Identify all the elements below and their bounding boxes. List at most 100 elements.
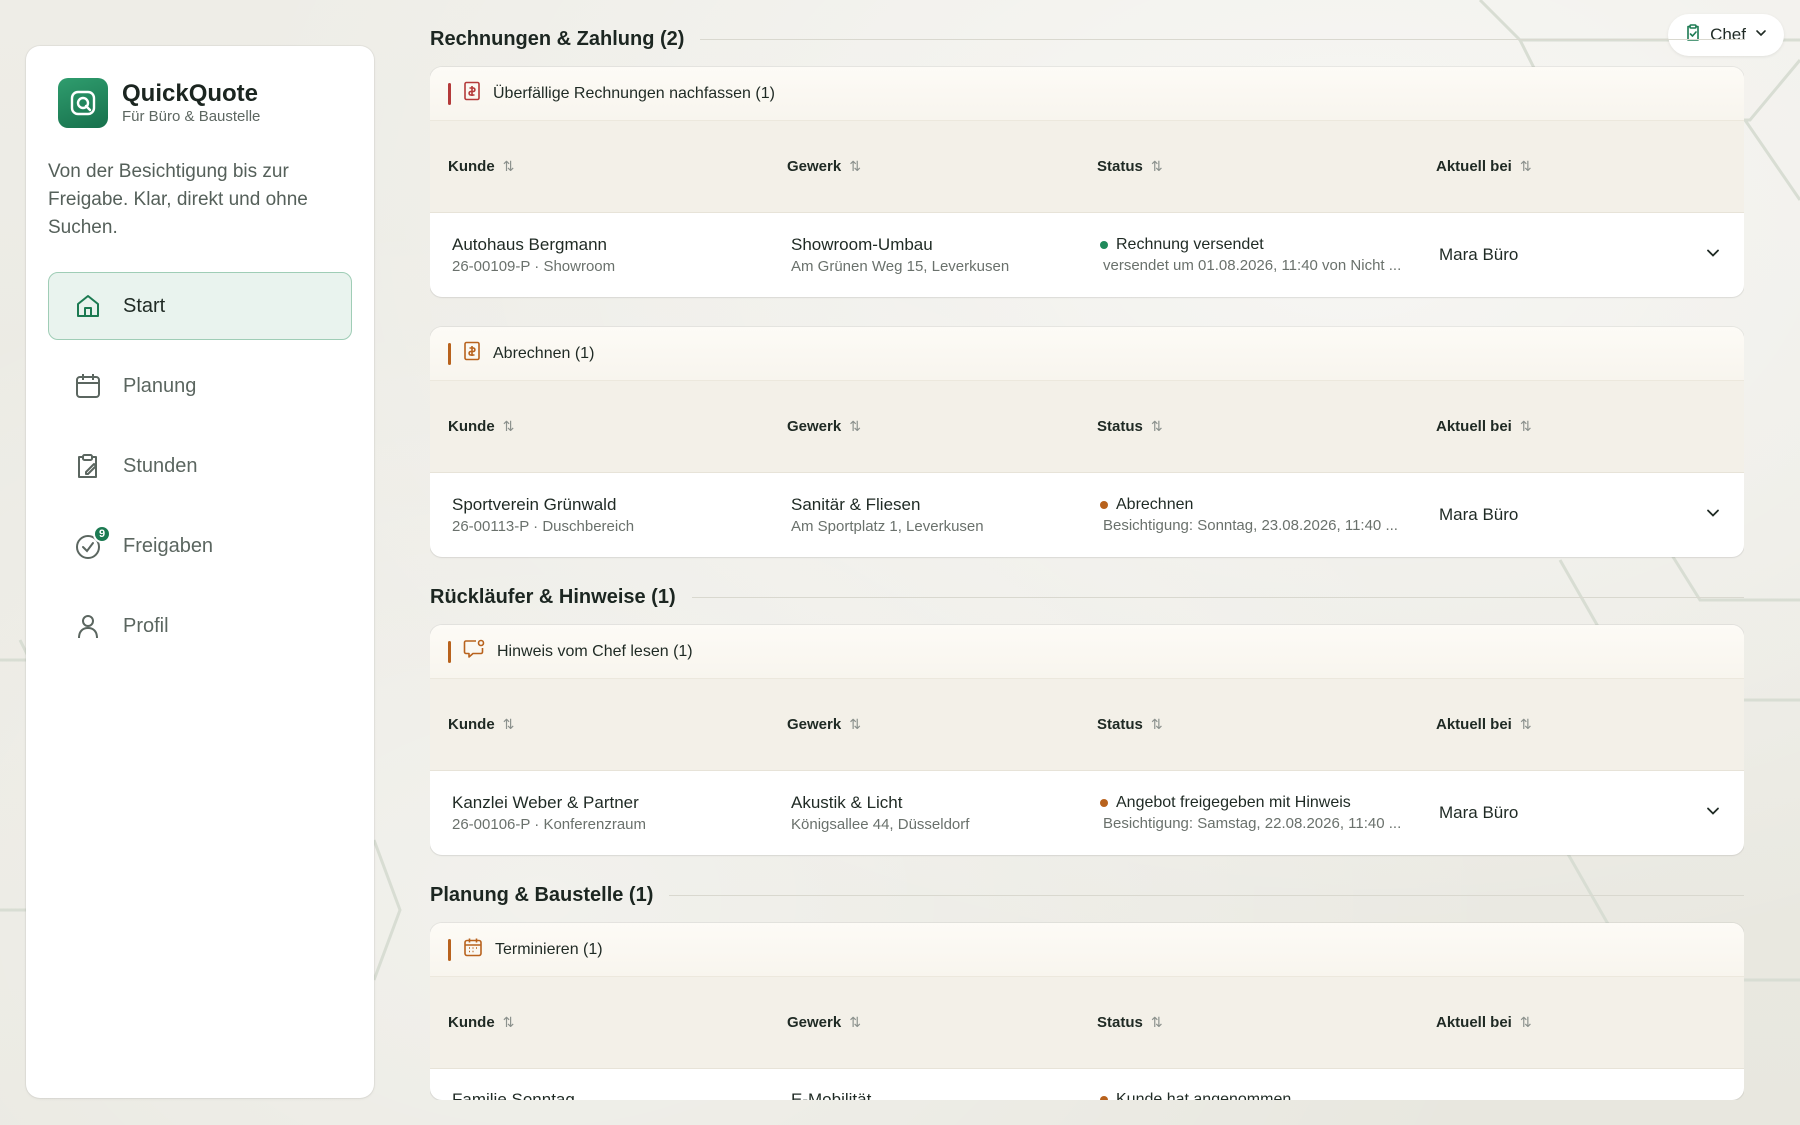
column-label: Gewerk bbox=[787, 418, 842, 435]
column-header-gewerk[interactable]: Gewerk ⇅ bbox=[787, 716, 861, 733]
section-title: Rechnungen & Zahlung (2) bbox=[430, 28, 1744, 51]
group-header[interactable]: Hinweis vom Chef lesen (1) bbox=[430, 625, 1744, 679]
status-dot bbox=[1100, 241, 1108, 249]
status-dot bbox=[1100, 501, 1108, 509]
app-logo-icon bbox=[58, 78, 108, 128]
sort-icon: ⇅ bbox=[849, 418, 861, 434]
sort-icon: ⇅ bbox=[1519, 158, 1532, 174]
group-title: Hinweis vom Chef lesen (1) bbox=[497, 642, 693, 660]
column-header-status[interactable]: Status ⇅ bbox=[1097, 158, 1163, 175]
table-row[interactable]: Kanzlei Weber & Partner 26-00106-P · Konf… bbox=[430, 771, 1744, 855]
group-header[interactable]: Terminieren (1) bbox=[430, 923, 1744, 977]
gewerk-name: E-Mobilität bbox=[791, 1090, 872, 1100]
nav-item-stunden[interactable]: Stunden bbox=[48, 432, 352, 500]
calendar-icon bbox=[73, 371, 103, 401]
nav-item-planung[interactable]: Planung bbox=[48, 352, 352, 420]
table-row[interactable]: Autohaus Bergmann 26-00109-P · Showroom S… bbox=[430, 213, 1744, 297]
sort-icon: ⇅ bbox=[1150, 158, 1163, 174]
sort-icon: ⇅ bbox=[1150, 716, 1163, 732]
invoice-dollar-icon bbox=[463, 341, 481, 366]
chevron-down-icon bbox=[1754, 25, 1768, 45]
group-title: Terminieren (1) bbox=[495, 940, 603, 958]
nav-label-profil: Profil bbox=[123, 614, 169, 637]
aktuell-bei: Mara Büro bbox=[1439, 245, 1519, 264]
gewerk-address: Königsallee 44, Düsseldorf bbox=[791, 815, 970, 833]
nav-label-freigaben: Freigaben bbox=[123, 534, 214, 557]
column-header-status[interactable]: Status ⇅ bbox=[1097, 1014, 1163, 1031]
message-alert-icon bbox=[463, 639, 485, 664]
column-header-gewerk[interactable]: Gewerk ⇅ bbox=[787, 418, 861, 435]
column-header-status[interactable]: Status ⇅ bbox=[1097, 716, 1163, 733]
kunde-name: Sportverein Grünwald bbox=[452, 494, 617, 514]
kunde-ref: 26-00113-P · Duschbereich bbox=[452, 517, 635, 535]
table-row[interactable]: Familie Sonntag E-Mobilität Kunde hat an… bbox=[430, 1069, 1744, 1100]
section-title-text: Rechnungen & Zahlung (2) bbox=[430, 28, 685, 50]
nav-item-freigaben[interactable]: 9 Freigaben bbox=[48, 512, 352, 580]
chevron-down-icon[interactable] bbox=[1704, 504, 1722, 527]
column-label: Gewerk bbox=[787, 1014, 842, 1031]
main-nav: Start Planung Stunden 9 Freigaben Profil bbox=[48, 272, 352, 660]
column-label: Aktuell bei bbox=[1436, 418, 1512, 435]
table-header: Kunde ⇅ Gewerk ⇅ Status ⇅ Aktuell bei ⇅ bbox=[430, 977, 1744, 1069]
status-text: Rechnung versendet bbox=[1116, 236, 1264, 253]
column-label: Aktuell bei bbox=[1436, 1014, 1512, 1031]
sort-icon: ⇅ bbox=[502, 716, 515, 732]
column-header-aktuell[interactable]: Aktuell bei ⇅ bbox=[1436, 716, 1532, 733]
status-text: Kunde hat angenommen bbox=[1116, 1091, 1292, 1100]
chevron-down-icon[interactable] bbox=[1704, 802, 1722, 825]
sort-icon: ⇅ bbox=[849, 716, 861, 732]
aktuell-bei: Mara Büro bbox=[1439, 803, 1519, 822]
status-detail: versendet um 01.08.2026, 11:40 von Nicht… bbox=[1103, 257, 1402, 274]
nav-item-start[interactable]: Start bbox=[48, 272, 352, 340]
sort-icon: ⇅ bbox=[849, 158, 861, 174]
sort-icon: ⇅ bbox=[1519, 716, 1532, 732]
chevron-down-icon[interactable] bbox=[1704, 244, 1722, 267]
column-header-gewerk[interactable]: Gewerk ⇅ bbox=[787, 158, 861, 175]
section-title: Planung & Baustelle (1) bbox=[430, 884, 1744, 907]
column-label: Aktuell bei bbox=[1436, 716, 1512, 733]
gewerk-name: Showroom-Umbau bbox=[791, 234, 933, 254]
column-header-aktuell[interactable]: Aktuell bei ⇅ bbox=[1436, 1014, 1532, 1031]
table-row[interactable]: Sportverein Grünwald 26-00113-P · Duschbe… bbox=[430, 473, 1744, 557]
column-header-kunde[interactable]: Kunde ⇅ bbox=[448, 716, 514, 733]
column-header-status[interactable]: Status ⇅ bbox=[1097, 418, 1163, 435]
user-icon bbox=[73, 611, 103, 641]
brand: QuickQuote Für Büro & Baustelle bbox=[48, 78, 352, 128]
group-title: Abrechnen (1) bbox=[493, 344, 595, 362]
kunde-name: Kanzlei Weber & Partner bbox=[452, 792, 639, 812]
column-label: Kunde bbox=[448, 1014, 495, 1031]
freigaben-count-badge: 9 bbox=[93, 525, 111, 543]
group-card: Terminieren (1) Kunde ⇅ Gewerk ⇅ Status ⇅ A… bbox=[430, 923, 1744, 1100]
sort-icon: ⇅ bbox=[502, 158, 515, 174]
clipboard-edit-icon bbox=[73, 451, 103, 481]
kunde-ref: 26-00106-P · Konferenzraum bbox=[452, 815, 647, 833]
column-header-kunde[interactable]: Kunde ⇅ bbox=[448, 418, 514, 435]
column-label: Kunde bbox=[448, 716, 495, 733]
column-header-kunde[interactable]: Kunde ⇅ bbox=[448, 158, 514, 175]
column-header-kunde[interactable]: Kunde ⇅ bbox=[448, 1014, 514, 1031]
check-circle-icon: 9 bbox=[73, 525, 111, 561]
gewerk-address: Am Sportplatz 1, Leverkusen bbox=[791, 517, 984, 535]
column-label: Status bbox=[1097, 716, 1143, 733]
group-header[interactable]: Überfällige Rechnungen nachfassen (1) bbox=[430, 67, 1744, 121]
column-label: Status bbox=[1097, 418, 1143, 435]
column-header-aktuell[interactable]: Aktuell bei ⇅ bbox=[1436, 158, 1532, 175]
column-label: Aktuell bei bbox=[1436, 158, 1512, 175]
status-dot bbox=[1100, 799, 1108, 807]
table-header: Kunde ⇅ Gewerk ⇅ Status ⇅ Aktuell bei ⇅ bbox=[430, 381, 1744, 473]
column-label: Status bbox=[1097, 158, 1143, 175]
column-header-aktuell[interactable]: Aktuell bei ⇅ bbox=[1436, 418, 1532, 435]
sort-icon: ⇅ bbox=[502, 418, 515, 434]
status-detail: Besichtigung: Sonntag, 23.08.2026, 11:40… bbox=[1103, 517, 1398, 534]
column-label: Gewerk bbox=[787, 158, 842, 175]
sort-icon: ⇅ bbox=[1150, 1014, 1163, 1030]
status-detail: Besichtigung: Samstag, 22.08.2026, 11:40… bbox=[1103, 815, 1402, 832]
sort-icon: ⇅ bbox=[1519, 418, 1532, 434]
nav-item-profil[interactable]: Profil bbox=[48, 592, 352, 660]
kunde-ref: 26-00109-P · Showroom bbox=[452, 257, 616, 275]
group-header[interactable]: Abrechnen (1) bbox=[430, 327, 1744, 381]
invoice-alert-icon bbox=[463, 81, 481, 106]
status-text: Abrechnen bbox=[1116, 496, 1194, 513]
column-header-gewerk[interactable]: Gewerk ⇅ bbox=[787, 1014, 861, 1031]
group-accent-bar bbox=[448, 938, 451, 961]
